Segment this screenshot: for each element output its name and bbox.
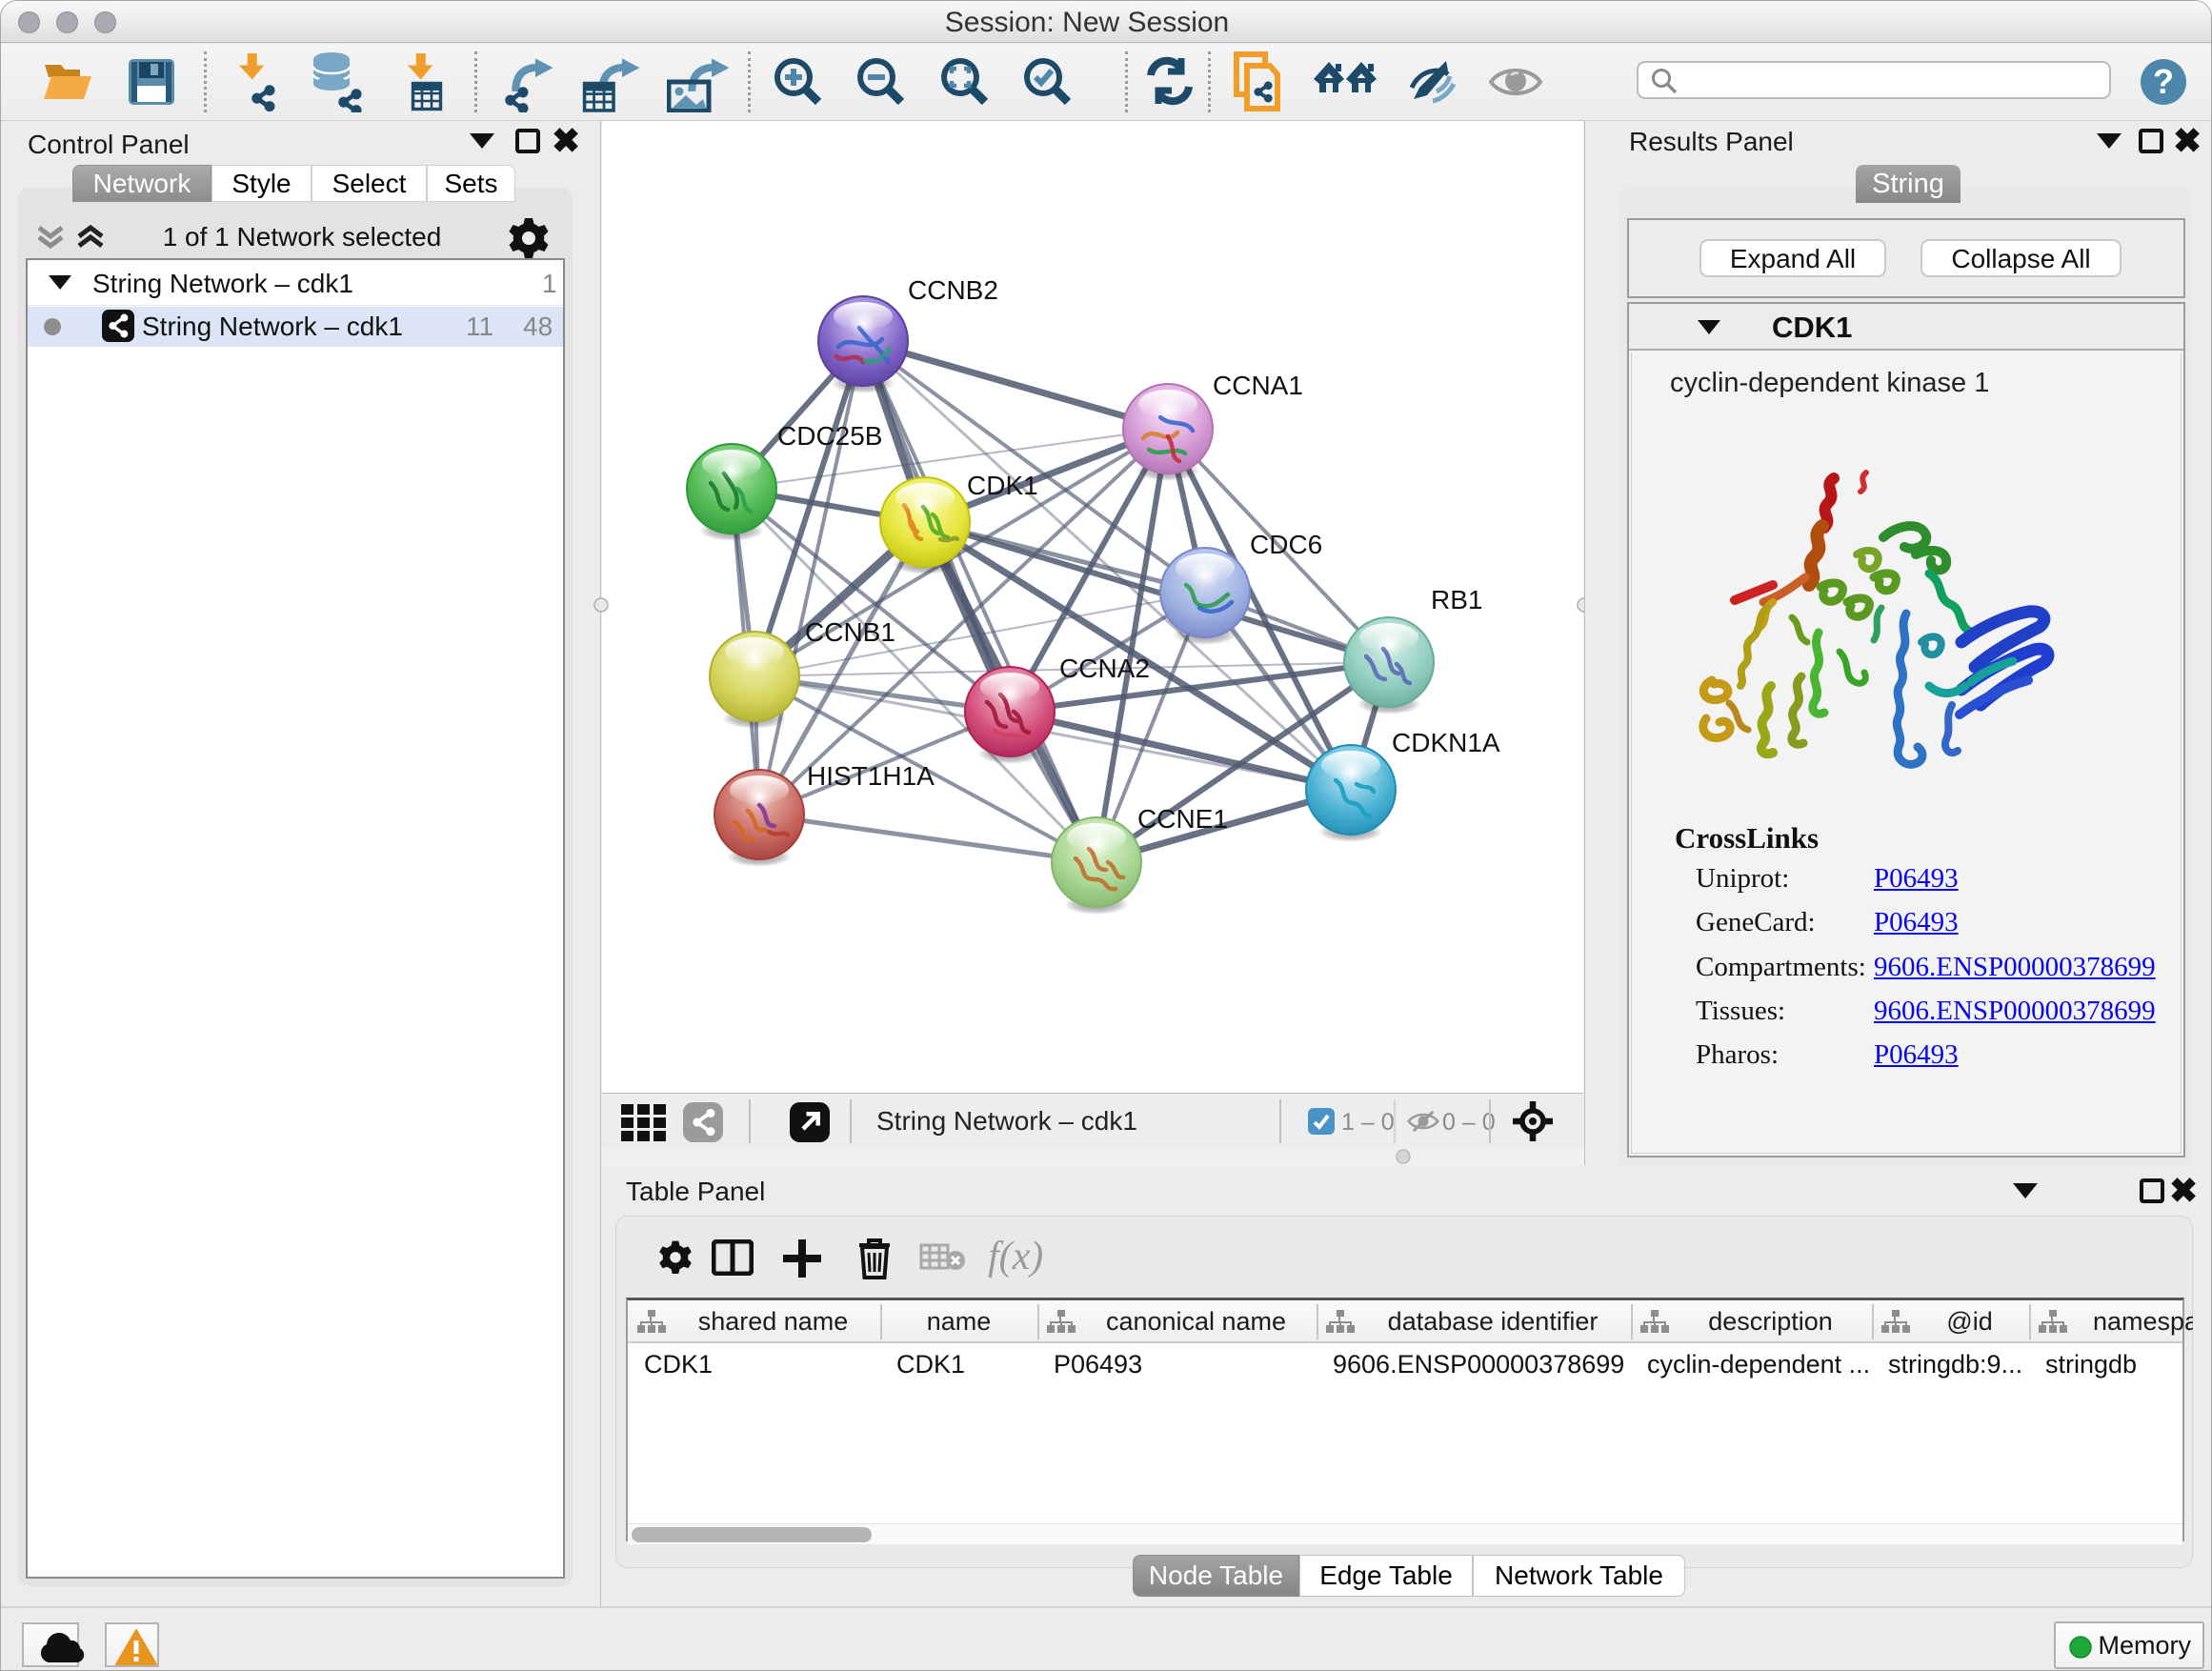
svg-text:CCNA2: CCNA2 (1059, 654, 1150, 683)
svg-text:CDC6: CDC6 (1250, 530, 1322, 559)
svg-text:CDC25B: CDC25B (777, 421, 882, 451)
svg-text:CDKN1A: CDKN1A (1392, 728, 1500, 757)
svg-text:RB1: RB1 (1431, 585, 1482, 614)
svg-text:CCNA1: CCNA1 (1213, 371, 1303, 400)
svg-text:CCNE1: CCNE1 (1137, 804, 1228, 834)
svg-text:CCNB2: CCNB2 (908, 275, 998, 305)
svg-text:HIST1H1A: HIST1H1A (807, 761, 935, 791)
svg-text:CCNB1: CCNB1 (805, 617, 895, 647)
svg-text:?: ? (2153, 62, 2174, 101)
svg-text:CDK1: CDK1 (967, 471, 1038, 500)
